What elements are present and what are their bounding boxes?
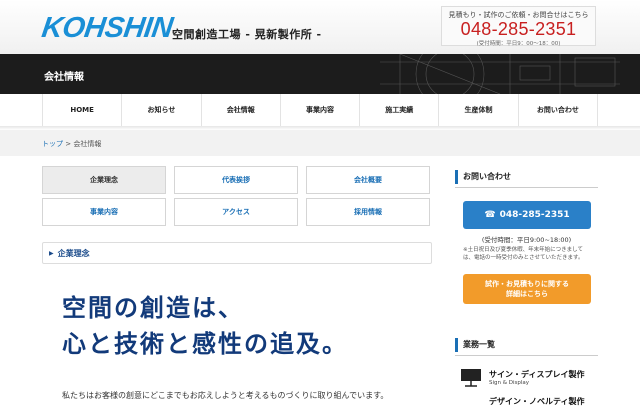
estimate-button-line-1: 試作・お見積もりに関する	[485, 280, 569, 288]
philosophy-body: 私たちはお客様の創意にどこまでもお応えしようと考えるものづくりに取り組んでいます…	[62, 391, 389, 400]
sidebar-phone-number: 048-285-2351	[499, 210, 570, 220]
submenu-overview[interactable]: 会社概要	[306, 166, 430, 194]
site-tagline: 空間創造工場 - 晃新製作所 -	[172, 28, 322, 41]
header-phone-number[interactable]: 048-285-2351	[442, 20, 595, 39]
header-contact-box[interactable]: 見積もり・試作のご依頼・お問合せはこちら 048-285-2351 (受付時間：…	[441, 6, 596, 47]
headline-line-1: 空間の創造は、	[62, 294, 244, 322]
blueprint-decoration-icon	[380, 54, 620, 94]
sidebar-business: 業務一覧 サイン・ディスプレイ製作 Sign & Display デザイン・ノベ…	[455, 338, 598, 408]
submenu-business[interactable]: 事業内容	[42, 198, 166, 226]
nav-news[interactable]: お知らせ	[122, 94, 202, 126]
breadcrumb-home-link[interactable]: トップ	[42, 140, 63, 148]
phone-icon: ☎	[484, 210, 496, 220]
header-business-hours: (受付時間：平日9：00〜18：00)	[476, 41, 561, 47]
business-item-title: サイン・ディスプレイ製作	[489, 369, 585, 379]
sidebar-hours: (受付時間：平日9:00~18:00)	[481, 236, 572, 244]
triangle-right-icon: ▶	[49, 249, 54, 257]
submenu-access[interactable]: アクセス	[174, 198, 298, 226]
breadcrumb: トップ > 会社情報	[42, 139, 101, 149]
sidebar-divider	[455, 355, 598, 356]
page-banner: 会社情報	[0, 54, 640, 94]
site-logo[interactable]: KOHSHIN	[40, 12, 175, 45]
sidebar-contact-title: お問い合わせ	[455, 170, 598, 184]
company-submenu: 企業理念 代表挨拶 会社概要 事業内容 アクセス 採用情報	[42, 166, 432, 226]
estimate-button[interactable]: 試作・お見積もりに関する 詳細はこちら	[463, 274, 591, 304]
page-title: 会社情報	[44, 72, 84, 83]
nav-contact[interactable]: お問い合わせ	[519, 94, 598, 126]
sign-display-icon	[461, 369, 481, 387]
headline-line-2: 心と技術と感性の追及。	[62, 330, 348, 358]
sidebar-divider	[455, 187, 598, 188]
submenu-philosophy[interactable]: 企業理念	[42, 166, 166, 194]
sidebar-business-title: 業務一覧	[455, 338, 598, 352]
business-item-sign[interactable]: サイン・ディスプレイ製作 Sign & Display	[455, 364, 598, 390]
breadcrumb-separator: >	[65, 140, 72, 148]
philosophy-headline: 空間の創造は、 心と技術と感性の追及。	[62, 290, 348, 362]
global-nav: HOME お知らせ 会社情報 事業内容 施工実績 生産体制 お問い合わせ	[42, 94, 598, 126]
sidebar-contact: お問い合わせ ☎ 048-285-2351 (受付時間：平日9:00~18:00…	[455, 170, 598, 304]
sidebar-note: ※土日祝日及び夏季休暇、年末年始につきましては、電話の一時受付のみとさせていただ…	[463, 247, 584, 261]
breadcrumb-current: 会社情報	[73, 140, 102, 148]
submenu-recruit[interactable]: 採用情報	[306, 198, 430, 226]
breadcrumb-bar: トップ > 会社情報	[0, 130, 640, 156]
business-item-design[interactable]: デザイン・ノベルティ製作	[455, 394, 598, 408]
nav-company[interactable]: 会社情報	[202, 94, 281, 126]
sidebar-phone-button[interactable]: ☎ 048-285-2351	[463, 201, 591, 229]
section-heading-text: 企業理念	[57, 248, 90, 258]
nav-business[interactable]: 事業内容	[281, 94, 361, 126]
section-heading: ▶ 企業理念	[42, 242, 432, 264]
business-item-subtitle: Sign & Display	[489, 379, 530, 386]
nav-production[interactable]: 生産体制	[439, 94, 519, 126]
site-header: KOHSHIN 空間創造工場 - 晃新製作所 - 見積もり・試作のご依頼・お問合…	[0, 0, 640, 54]
estimate-button-line-2: 詳細はこちら	[506, 290, 548, 298]
submenu-greeting[interactable]: 代表挨拶	[174, 166, 298, 194]
nav-home[interactable]: HOME	[42, 94, 123, 126]
nav-works[interactable]: 施工実績	[360, 94, 440, 126]
